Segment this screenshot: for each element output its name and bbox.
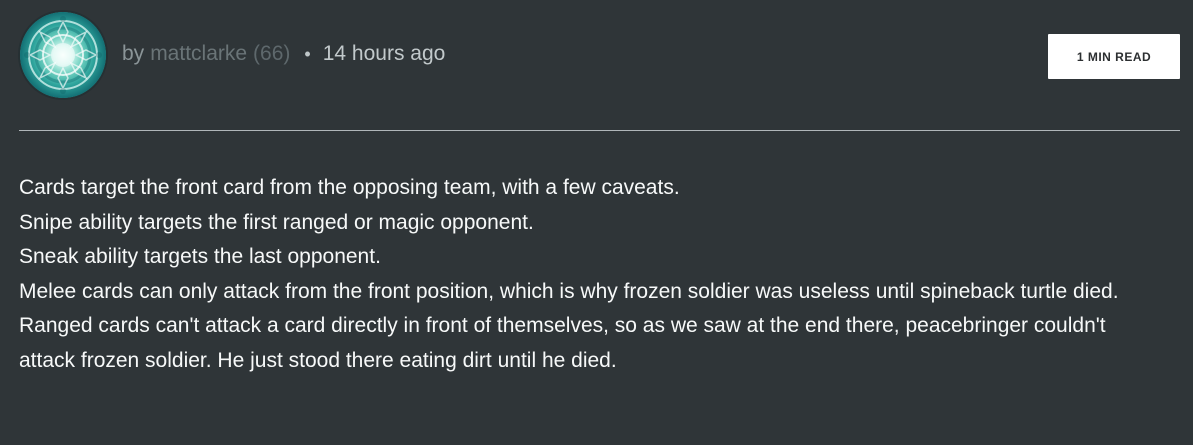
meta-separator: • [304, 44, 311, 64]
mandala-avatar-icon [20, 12, 106, 98]
post-meta: by mattclarke (66) • 14 hours ago [122, 40, 445, 68]
post-time[interactable]: 14 hours ago [323, 40, 446, 68]
post-card: by mattclarke (66) • 14 hours ago 1 MIN … [0, 0, 1193, 445]
body-paragraph-2: Snipe ability targets the first ranged o… [19, 210, 534, 234]
post-header: by mattclarke (66) • 14 hours ago 1 MIN … [0, 0, 1193, 112]
author-avatar[interactable] [20, 12, 106, 98]
author-reputation: (66) [253, 42, 291, 65]
body-paragraph-3: Sneak ability targets the last opponent. [19, 245, 381, 268]
author-link[interactable]: mattclarke [150, 40, 247, 68]
header-divider [19, 130, 1180, 131]
post-body: Cards target the front card from the opp… [19, 171, 1164, 378]
body-paragraph-4: Melee cards can only attack from the fro… [19, 279, 1119, 303]
body-paragraph-5: Ranged cards can't attack a card directl… [19, 314, 1106, 372]
by-label: by [122, 42, 145, 65]
body-paragraph-1: Cards target the front card from the opp… [19, 176, 680, 199]
read-time-badge: 1 MIN READ [1048, 34, 1180, 79]
